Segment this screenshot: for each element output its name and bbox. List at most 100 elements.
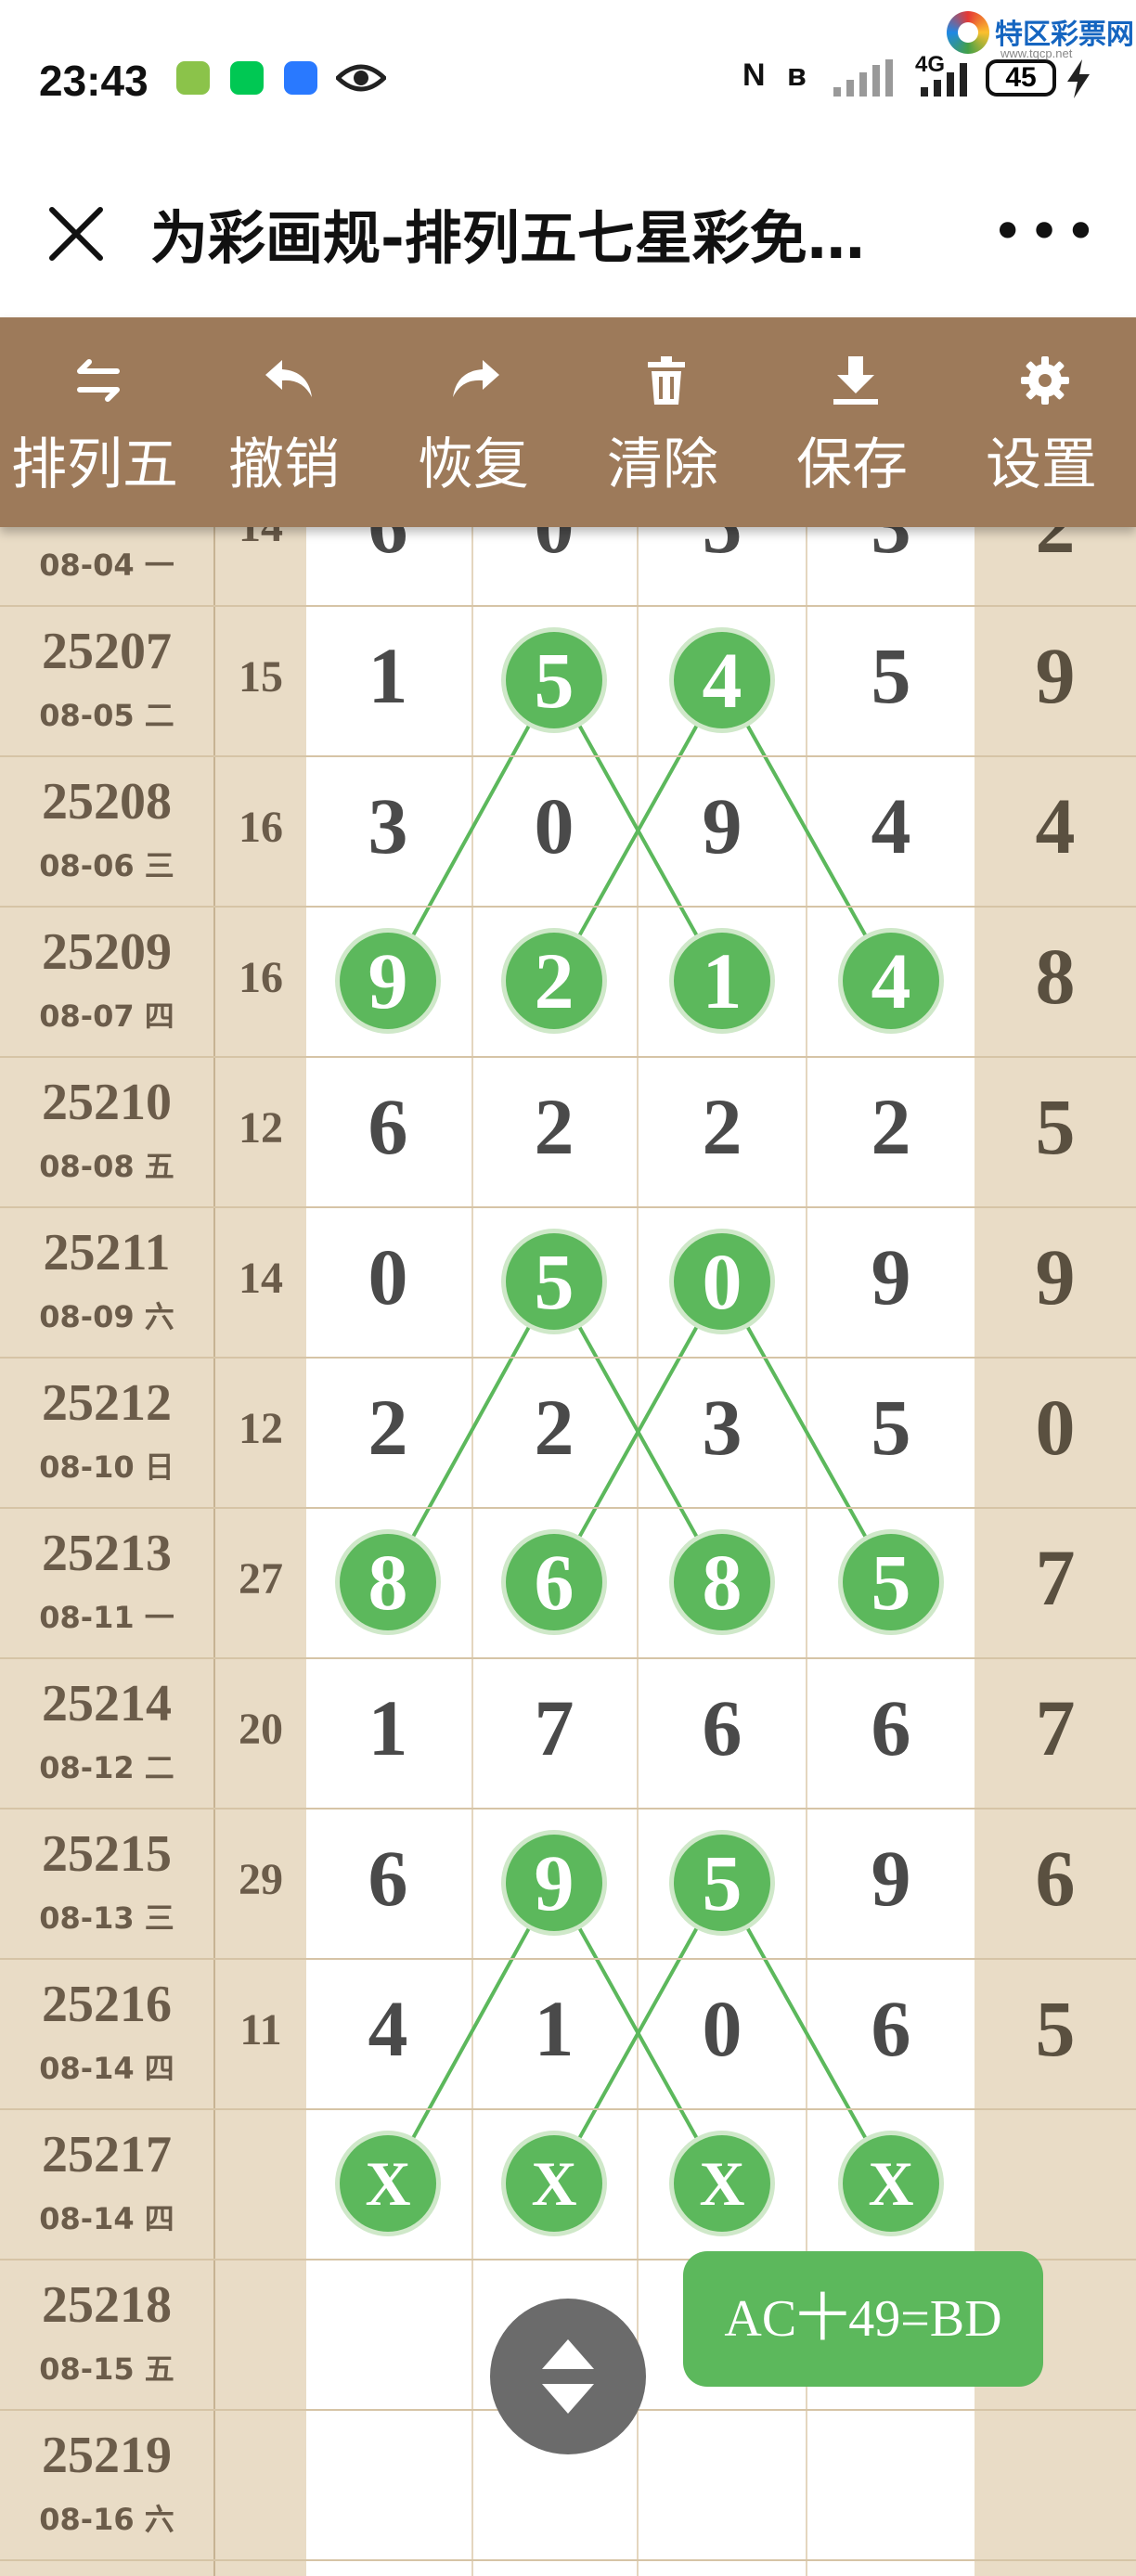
- circled-digit[interactable]: 0: [674, 1233, 770, 1330]
- digit-cell[interactable]: 1: [332, 629, 444, 722]
- digit-cell[interactable]: 4: [1000, 779, 1111, 872]
- circled-digit[interactable]: 4: [674, 632, 770, 728]
- redo-button[interactable]: 恢复: [379, 317, 568, 527]
- close-icon[interactable]: [43, 200, 110, 267]
- digit-cell[interactable]: 5: [1000, 1982, 1111, 2075]
- issue-date: 08-06 三: [39, 848, 174, 883]
- digit-cell[interactable]: 6: [332, 1832, 444, 1925]
- digit-cell[interactable]: 6: [835, 1681, 947, 1774]
- circled-digit[interactable]: 8: [340, 1534, 436, 1630]
- digit-cell[interactable]: 5: [835, 1381, 947, 1474]
- digit-cell[interactable]: 2: [332, 1381, 444, 1474]
- lottery-type-button[interactable]: 排列五: [0, 317, 189, 527]
- row-divider: [0, 906, 1136, 908]
- issue-date: 08-11 一: [39, 1600, 174, 1635]
- digit-cell[interactable]: 1: [498, 1982, 610, 2075]
- digit-sum: 14: [239, 1254, 283, 1303]
- circled-digit[interactable]: X: [843, 2135, 939, 2232]
- digit-cell[interactable]: 7: [1000, 1681, 1111, 1774]
- digit-cell[interactable]: 0: [498, 527, 610, 572]
- save-button[interactable]: 保存: [757, 317, 947, 527]
- digit-cell[interactable]: 5: [666, 527, 778, 572]
- circled-digit[interactable]: X: [340, 2135, 436, 2232]
- eye-icon: [336, 64, 386, 92]
- digit-cell[interactable]: 2: [835, 1080, 947, 1173]
- digit-cell[interactable]: 9: [1000, 1230, 1111, 1323]
- row-divider: [0, 1808, 1136, 1810]
- issue-date: 08-05 二: [39, 698, 174, 733]
- formula-badge[interactable]: AC十49=BD: [683, 2251, 1043, 2387]
- digit-cell[interactable]: 6: [332, 1080, 444, 1173]
- digit-cell[interactable]: 7: [1000, 1531, 1111, 1624]
- more-icon[interactable]: •••: [991, 204, 1101, 260]
- digit-cell[interactable]: 6: [835, 1982, 947, 2075]
- digit-cell[interactable]: 8: [1000, 930, 1111, 1023]
- digit-cell[interactable]: 5: [1000, 1080, 1111, 1173]
- signal-icon: [921, 63, 967, 97]
- digit-cell[interactable]: 7: [498, 1681, 610, 1774]
- issue-number: 25209: [42, 923, 172, 981]
- issue-number: 25217: [42, 2126, 172, 2183]
- circled-digit[interactable]: 5: [506, 1233, 602, 1330]
- redo-icon: [453, 360, 499, 397]
- circled-digit[interactable]: 5: [674, 1835, 770, 1931]
- digit-cell[interactable]: 0: [1000, 1381, 1111, 1474]
- issue-number: 25219: [42, 2427, 172, 2484]
- digit-cell[interactable]: 9: [835, 1832, 947, 1925]
- digit-cell[interactable]: 1: [332, 1681, 444, 1774]
- circled-digit[interactable]: 5: [843, 1534, 939, 1630]
- swap-icon: [77, 359, 120, 402]
- digit-cell[interactable]: 6: [1000, 1832, 1111, 1925]
- circled-digit[interactable]: 1: [674, 933, 770, 1029]
- circled-digit[interactable]: X: [674, 2135, 770, 2232]
- title-bar: 为彩画规-排列五七星彩免… •••: [0, 167, 1136, 317]
- digit-cell[interactable]: 6: [332, 527, 444, 572]
- digit-cell[interactable]: 3: [666, 1381, 778, 1474]
- digit-cell[interactable]: 2: [1000, 527, 1111, 572]
- digit-cell[interactable]: 0: [666, 1982, 778, 2075]
- circled-digit[interactable]: 9: [340, 933, 436, 1029]
- circled-digit[interactable]: 5: [506, 632, 602, 728]
- digit-cell[interactable]: 4: [835, 779, 947, 872]
- digit-cell[interactable]: 2: [666, 1080, 778, 1173]
- digit-cell[interactable]: 2: [498, 1381, 610, 1474]
- digit-cell[interactable]: 4: [332, 1982, 444, 2075]
- digit-cell[interactable]: 0: [498, 779, 610, 872]
- circled-digit[interactable]: 9: [506, 1835, 602, 1931]
- issue-date: 08-14 四: [39, 2201, 174, 2236]
- row-divider: [0, 1507, 1136, 1509]
- row-divider: [0, 1357, 1136, 1359]
- digit-cell[interactable]: 3: [332, 779, 444, 872]
- circled-digit[interactable]: 4: [843, 933, 939, 1029]
- digit-cell[interactable]: 3: [835, 527, 947, 572]
- issue-date: 08-07 四: [39, 998, 174, 1034]
- app-notification-icon: [230, 61, 264, 95]
- redo-label: 恢复: [418, 432, 529, 497]
- clear-button[interactable]: 清除: [568, 317, 757, 527]
- circled-digit[interactable]: 8: [674, 1534, 770, 1630]
- watermark: 特区彩票网 www.tqcp.net: [947, 7, 1134, 63]
- circled-digit[interactable]: X: [506, 2135, 602, 2232]
- digit-cell[interactable]: 0: [332, 1230, 444, 1323]
- digit-cell[interactable]: 9: [835, 1230, 947, 1323]
- gear-icon: [1021, 356, 1069, 405]
- expand-collapse-button[interactable]: [490, 2299, 646, 2454]
- watermark-url: www.tqcp.net: [1000, 46, 1073, 60]
- app-notification-icon: [176, 61, 210, 95]
- circled-digit[interactable]: 6: [506, 1534, 602, 1630]
- signal-icon: [833, 59, 893, 97]
- digit-cell[interactable]: 5: [835, 629, 947, 722]
- charging-icon: [1067, 59, 1090, 98]
- digit-cell[interactable]: 6: [666, 1681, 778, 1774]
- settings-button[interactable]: 设置: [947, 317, 1136, 527]
- row-divider: [0, 2108, 1136, 2110]
- issue-number: 25214: [42, 1675, 172, 1732]
- digit-cell[interactable]: 2: [498, 1080, 610, 1173]
- row-divider: [0, 1056, 1136, 1058]
- download-icon: [833, 356, 878, 405]
- row-divider: [0, 1206, 1136, 1208]
- digit-cell[interactable]: 9: [1000, 629, 1111, 722]
- circled-digit[interactable]: 2: [506, 933, 602, 1029]
- digit-cell[interactable]: 9: [666, 779, 778, 872]
- undo-button[interactable]: 撤销: [189, 317, 379, 527]
